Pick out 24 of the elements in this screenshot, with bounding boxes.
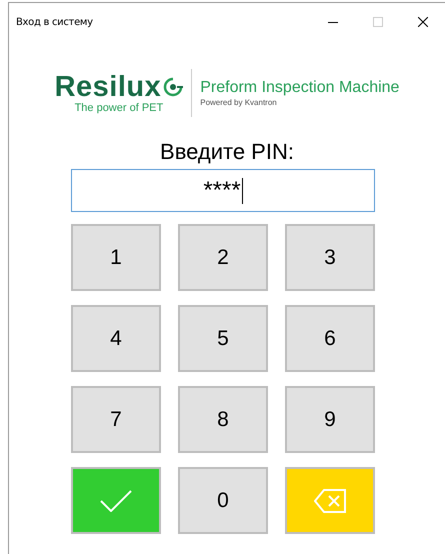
- digit-key[interactable]: 0: [178, 467, 268, 534]
- credit-text: Powered by Kvantron: [200, 98, 278, 108]
- digit-key[interactable]: 7: [71, 386, 161, 453]
- digit-key[interactable]: 2: [178, 224, 268, 291]
- product-name: Preform Inspection Machine: [200, 78, 400, 98]
- digit-key[interactable]: 6: [285, 305, 375, 372]
- digit-key[interactable]: 5: [178, 305, 268, 372]
- target-icon: [163, 77, 184, 97]
- pin-prompt: Введите PIN:: [160, 139, 294, 164]
- digit-key[interactable]: 4: [71, 305, 161, 372]
- pin-field[interactable]: ****: [71, 169, 375, 212]
- brand-name: Resilux: [54, 72, 162, 102]
- digit-key[interactable]: 1: [71, 224, 161, 291]
- tagline: The power of PET: [74, 102, 164, 114]
- digit-key[interactable]: 8: [178, 386, 268, 453]
- confirm-button[interactable]: [71, 467, 161, 534]
- close-icon: [418, 17, 428, 27]
- backspace-icon: [314, 488, 346, 512]
- digit-key[interactable]: 3: [285, 224, 375, 291]
- backspace-button[interactable]: [285, 467, 375, 534]
- window-title: Вход в систему: [16, 16, 94, 28]
- maximize-icon: [372, 17, 382, 27]
- checkmark-icon: [100, 490, 132, 512]
- digit-key[interactable]: 9: [285, 386, 375, 453]
